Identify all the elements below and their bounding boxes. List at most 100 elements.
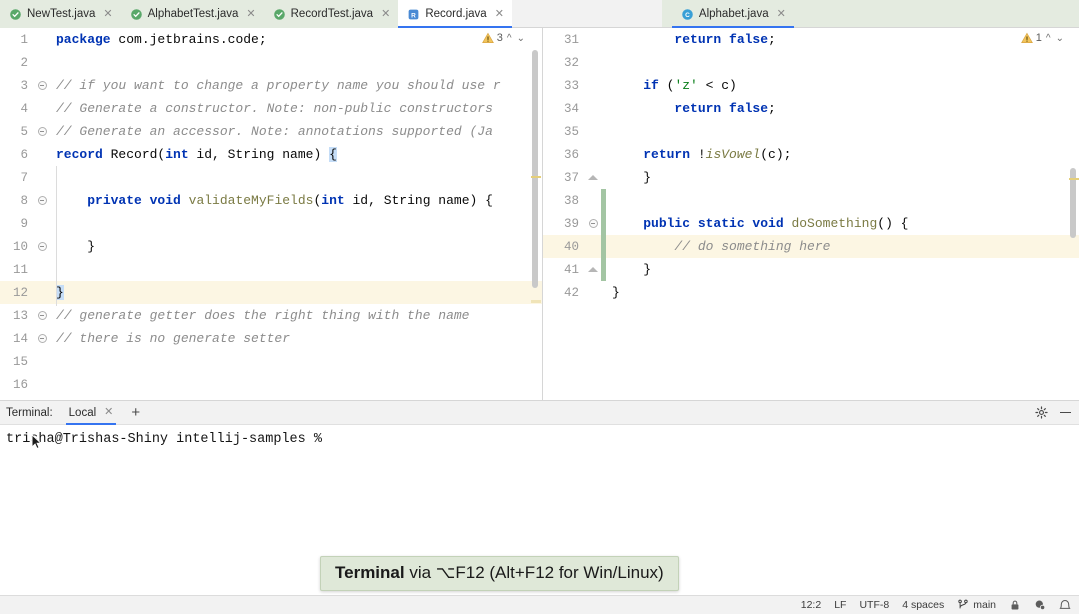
code-text: } [50, 239, 542, 254]
lock-icon[interactable] [1009, 599, 1021, 611]
code-lines-right[interactable]: 31 return false; 32 33 if ('z' < c) 34 retu… [543, 28, 1079, 400]
line-number: 31 [563, 32, 579, 47]
fold-gutter[interactable] [585, 216, 601, 231]
code-line[interactable]: 14 // there is no generate setter [0, 327, 542, 350]
code-line[interactable]: 36 return !isVowel(c); [543, 143, 1079, 166]
tab-bar-gap [661, 0, 672, 27]
terminal-session-tab-local[interactable]: Local ✕ [63, 401, 120, 425]
code-line[interactable]: 32 [543, 51, 1079, 74]
notifications-bell-icon[interactable] [1059, 599, 1071, 611]
close-icon[interactable]: ✕ [495, 8, 504, 20]
fold-gutter[interactable] [34, 78, 50, 93]
editor-tab-record[interactable]: R Record.java ✕ [398, 0, 512, 28]
fold-collapse-icon[interactable] [37, 196, 47, 206]
code-line[interactable]: 10 } [0, 235, 542, 258]
minimize-icon[interactable] [1060, 411, 1071, 414]
code-line[interactable]: 15 [0, 350, 542, 373]
fold-expand-icon[interactable] [588, 173, 598, 182]
code-line[interactable]: 37 } [543, 166, 1079, 189]
fold-gutter[interactable] [34, 331, 50, 346]
code-token: } [612, 262, 652, 277]
gear-icon[interactable] [1035, 406, 1048, 419]
code-line[interactable]: 1 package com.jetbrains.code; [0, 28, 542, 51]
code-token: < c) [697, 78, 737, 93]
fold-gutter[interactable] [34, 124, 50, 139]
editor-tab-alphabettest[interactable]: AlphabetTest.java ✕ [120, 0, 264, 28]
code-line[interactable]: 35 [543, 120, 1079, 143]
close-icon[interactable]: ✕ [104, 407, 113, 418]
code-line[interactable]: 7 [0, 166, 542, 189]
status-encoding[interactable]: UTF-8 [859, 599, 889, 611]
fold-collapse-icon[interactable] [37, 311, 47, 321]
code-line[interactable]: 39 public static void doSomething() { [543, 212, 1079, 235]
code-line[interactable]: 13 // generate getter does the right thin… [0, 304, 542, 327]
fold-collapse-icon[interactable] [37, 334, 47, 344]
close-icon[interactable]: ✕ [103, 8, 112, 20]
vcs-change-marker[interactable] [601, 189, 606, 212]
editor-pane-alphabet[interactable]: 31 return false; 32 33 if ('z' < c) 34 retu… [543, 28, 1079, 400]
inspection-widget-left[interactable]: 3 ^ ⌄ [481, 32, 526, 44]
editor-tab-newtest[interactable]: NewTest.java ✕ [0, 0, 121, 28]
terminal-output[interactable]: trisha@Trishas-Shiny intellij-samples % [0, 425, 1079, 449]
editor-pane-record[interactable]: 1 package com.jetbrains.code; 2 3 // if you … [0, 28, 543, 400]
code-line[interactable]: 33 if ('z' < c) [543, 74, 1079, 97]
close-icon[interactable]: ✕ [777, 8, 786, 20]
code-line[interactable]: 8 private void validateMyFields(int id, … [0, 189, 542, 212]
fold-collapse-icon[interactable] [37, 242, 47, 252]
code-line[interactable]: 5 // Generate an accessor. Note: annotati… [0, 120, 542, 143]
inspection-widget-right[interactable]: 1 ^ ⌄ [1020, 32, 1065, 44]
code-line[interactable]: 4 // Generate a constructor. Note: non-pu… [0, 97, 542, 120]
fold-gutter[interactable] [585, 170, 601, 185]
code-line[interactable]: 34 return false; [543, 97, 1079, 120]
line-number: 9 [20, 216, 28, 231]
code-line[interactable]: 9 [0, 212, 542, 235]
editor-marker-warning[interactable] [531, 176, 541, 178]
code-line[interactable]: 40 // do something here [543, 235, 1079, 258]
code-line[interactable]: 42} [543, 281, 1079, 304]
editor-marker-warning[interactable] [1069, 178, 1079, 180]
code-token: // Generate an accessor. Note: annotatio… [56, 124, 493, 139]
status-caret-position[interactable]: 12:2 [801, 599, 821, 611]
add-terminal-session-button[interactable]: + [131, 405, 140, 420]
chevron-down-icon[interactable]: ⌄ [516, 33, 526, 44]
code-line[interactable]: 6 record Record(int id, String name) { [0, 143, 542, 166]
chevron-up-icon[interactable]: ^ [1045, 33, 1052, 44]
chevron-up-icon[interactable]: ^ [506, 33, 513, 44]
fold-collapse-icon[interactable] [37, 81, 47, 91]
status-branch[interactable]: main [957, 599, 996, 611]
code-token: private void [87, 193, 189, 208]
fold-expand-icon[interactable] [588, 265, 598, 274]
status-indent[interactable]: 4 spaces [902, 599, 944, 611]
fold-gutter[interactable] [34, 308, 50, 323]
fold-gutter[interactable] [34, 193, 50, 208]
fold-collapse-icon[interactable] [37, 127, 47, 137]
code-line[interactable]: 16 [0, 373, 542, 396]
code-line[interactable]: 11 [0, 258, 542, 281]
chevron-down-icon[interactable]: ⌄ [1055, 33, 1065, 44]
close-icon[interactable]: ✕ [381, 8, 390, 20]
git-branch-icon [958, 599, 968, 609]
fold-gutter[interactable] [585, 262, 601, 277]
inspections-eye-icon[interactable] [1034, 599, 1046, 611]
status-line-separator[interactable]: LF [834, 599, 846, 611]
code-line[interactable]: 38 [543, 189, 1079, 212]
code-line[interactable]: 12} [0, 281, 542, 304]
code-text: private void validateMyFields(int id, St… [50, 193, 542, 208]
code-line[interactable]: 3 // if you want to change a property nam… [0, 74, 542, 97]
fold-gutter[interactable] [34, 239, 50, 254]
code-text: // generate getter does the right thing … [50, 308, 542, 323]
fold-collapse-icon[interactable] [588, 219, 598, 229]
code-lines-left[interactable]: 1 package com.jetbrains.code; 2 3 // if you … [0, 28, 542, 400]
code-line[interactable]: 2 [0, 51, 542, 74]
editor-tab-alphabet[interactable]: C Alphabet.java ✕ [671, 0, 794, 28]
editor-vertical-scrollbar-left[interactable] [532, 50, 538, 288]
close-icon[interactable]: ✕ [246, 8, 255, 20]
code-line[interactable]: 31 return false; [543, 28, 1079, 51]
editor-tab-recordtest[interactable]: RecordTest.java ✕ [263, 0, 399, 28]
code-line[interactable]: 41 } [543, 258, 1079, 281]
editor-tab-bar: NewTest.java ✕ AlphabetTest.java ✕ Recor… [0, 0, 1079, 28]
code-token: } [612, 170, 652, 185]
